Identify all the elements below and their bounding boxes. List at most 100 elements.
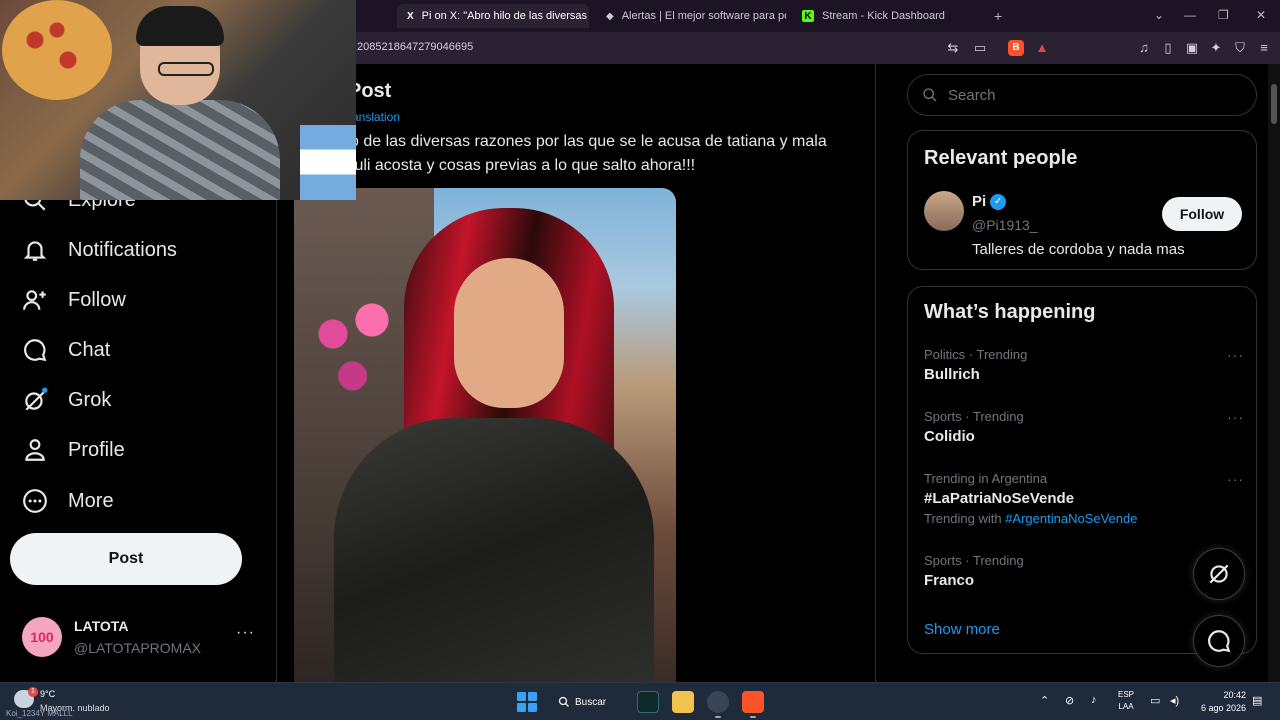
chat-bubble-icon — [1208, 630, 1231, 653]
brave-browser-icon[interactable] — [742, 691, 764, 713]
relevant-people-card: Relevant people Pi ✓ @Pi1913_ Talleres d… — [907, 130, 1257, 270]
chat-bubble-icon — [24, 339, 47, 362]
tray-chevron-icon[interactable]: ⌃ — [1040, 694, 1049, 707]
obs-app-icon[interactable] — [707, 691, 729, 713]
search-box[interactable] — [907, 74, 1257, 116]
close-window-icon[interactable]: ✕ — [1256, 8, 1266, 22]
terminal-app-icon[interactable] — [637, 691, 659, 713]
keyboard-layout: LAA — [1118, 702, 1134, 711]
clock-date: 6 ago 2026 — [1200, 703, 1246, 713]
more-options-icon[interactable]: ··· — [236, 624, 255, 642]
language-indicator[interactable]: ESP LAA — [1118, 689, 1134, 713]
taskbar-search[interactable]: Buscar — [558, 691, 606, 713]
taskbar-search-label: Buscar — [575, 696, 607, 708]
trend-with-hashtag-link[interactable]: #ArgentinaNoSeVende — [1005, 511, 1137, 526]
more-options-icon[interactable]: ··· — [1227, 471, 1244, 487]
trend-name: Bullrich — [924, 366, 980, 383]
sidebar-toggle-icon[interactable]: ▯ — [1160, 40, 1176, 56]
trend-with-prefix: Trending with — [924, 511, 1002, 526]
person-icon — [25, 439, 45, 461]
nav-item-profile[interactable]: Profile — [22, 430, 125, 470]
brave-shields-icon[interactable]: B — [1008, 40, 1024, 56]
nav-label: Notifications — [68, 238, 177, 261]
tab-label: Stream - Kick Dashboard — [822, 10, 945, 22]
file-explorer-icon[interactable] — [672, 691, 694, 713]
image-jacket — [334, 418, 654, 682]
person-name[interactable]: Pi ✓ — [972, 193, 1007, 210]
more-options-icon[interactable]: ··· — [1227, 347, 1244, 363]
nav-item-follow[interactable]: Follow — [22, 280, 126, 320]
avatar[interactable] — [924, 191, 964, 231]
nav-item-chat[interactable]: Chat — [22, 330, 110, 370]
app-running-indicator — [750, 716, 756, 718]
streamer-hair — [136, 6, 224, 46]
leo-ai-icon[interactable]: ✦ — [1208, 40, 1224, 56]
volume-icon[interactable]: ◂) — [1170, 694, 1179, 707]
post-text-line: o de las diversas razones por las que se… — [350, 133, 827, 150]
trend-meta: Sports · Trending — [924, 409, 1024, 424]
monitor-icon[interactable]: ▭ — [1150, 694, 1160, 707]
nav-item-notifications[interactable]: Notifications — [22, 230, 177, 270]
scrollbar-thumb[interactable] — [1271, 84, 1277, 124]
streamer-body — [80, 100, 280, 200]
nav-label: More — [68, 489, 114, 512]
trend-item[interactable]: Trending in Argentina #LaPatriaNoSeVende… — [924, 471, 1244, 526]
chat-floating-button[interactable] — [1193, 615, 1245, 667]
media-icon[interactable]: ♫ — [1136, 40, 1152, 56]
account-switcher[interactable]: 100 LATOTA @LATOTAPROMAX ··· — [22, 616, 262, 666]
streamer-glasses — [158, 62, 214, 76]
avatar: 100 — [22, 617, 62, 657]
person-plus-icon — [23, 290, 46, 310]
show-more-link[interactable]: Show more — [924, 621, 1000, 638]
notifications-icon[interactable]: ▤ — [1252, 694, 1262, 707]
post-button[interactable]: Post — [10, 533, 242, 585]
microphone-icon[interactable]: ♪ — [1091, 694, 1097, 706]
overlay-username: Koi_1234Y MALLL — [6, 709, 73, 718]
taskbar: 1 9°C Mayorm. nublado Koi_1234Y MALLL Bu… — [0, 682, 1280, 720]
more-options-icon[interactable]: ··· — [1227, 409, 1244, 425]
post-image[interactable] — [294, 188, 676, 682]
cast-icon[interactable]: ▭ — [972, 40, 988, 56]
network-off-icon[interactable]: ⊘ — [1065, 694, 1074, 707]
person-name-text: Pi — [972, 193, 987, 210]
search-input[interactable] — [948, 86, 1228, 104]
image-face — [454, 258, 564, 408]
vpn-icon[interactable]: ⛉ — [1232, 40, 1248, 56]
trend-meta: Trending in Argentina — [924, 471, 1048, 486]
trend-meta: Politics · Trending — [924, 347, 1028, 362]
tab-pi-on-x[interactable]: X Pi on X: "Abro hilo de las diversas ✕ — [397, 4, 589, 28]
notification-badge: 1 — [28, 687, 38, 697]
streamer — [80, 6, 280, 200]
minimize-icon[interactable]: — — [1184, 8, 1196, 22]
tab-label: Alertas | El mejor software para poten — [621, 10, 786, 22]
grok-icon — [25, 387, 48, 411]
clock[interactable]: 20:42 6 ago 2026 — [1196, 689, 1246, 715]
account-name: LATOTA — [74, 618, 129, 634]
windows-start-icon[interactable] — [517, 692, 537, 712]
bell-icon — [23, 241, 47, 261]
nav-item-grok[interactable]: Grok — [22, 380, 111, 420]
trend-item[interactable]: Politics · Trending Bullrich ··· — [924, 347, 1244, 383]
new-tab-button[interactable]: + — [994, 8, 1002, 24]
tab-kick-dashboard[interactable]: K Stream - Kick Dashboard — [792, 4, 982, 28]
weather-temperature[interactable]: 9°C — [40, 689, 55, 699]
scrollbar[interactable] — [1268, 64, 1280, 682]
account-handle: @LATOTAPROMAX — [74, 640, 202, 656]
post-column: Post ranslation o de las diversas razone… — [278, 64, 876, 682]
nav-item-more[interactable]: More — [22, 481, 114, 521]
brave-rewards-icon[interactable]: ▲ — [1034, 40, 1050, 56]
url-field[interactable]: 2085218647279046695 — [357, 41, 473, 53]
follow-button[interactable]: Follow — [1162, 197, 1242, 231]
wallet-icon[interactable]: ▣ — [1184, 40, 1200, 56]
trend-name: Colidio — [924, 428, 975, 445]
verified-badge-icon: ✓ — [990, 193, 1007, 210]
post-text-line: tuli acosta y cosas previas a lo que sal… — [350, 157, 696, 174]
tab-list-chevron-icon[interactable]: ⌄ — [1154, 8, 1164, 22]
restore-icon[interactable]: ❐ — [1218, 8, 1229, 22]
trend-item[interactable]: Sports · Trending Colidio ··· — [924, 409, 1244, 445]
menu-icon[interactable]: ≡ — [1256, 40, 1272, 56]
tab-alertas[interactable]: ◆ Alertas | El mejor software para poten — [596, 4, 786, 28]
grok-floating-button[interactable] — [1193, 548, 1245, 600]
translate-icon[interactable]: ⇆ — [945, 40, 961, 56]
search-icon — [558, 696, 569, 707]
